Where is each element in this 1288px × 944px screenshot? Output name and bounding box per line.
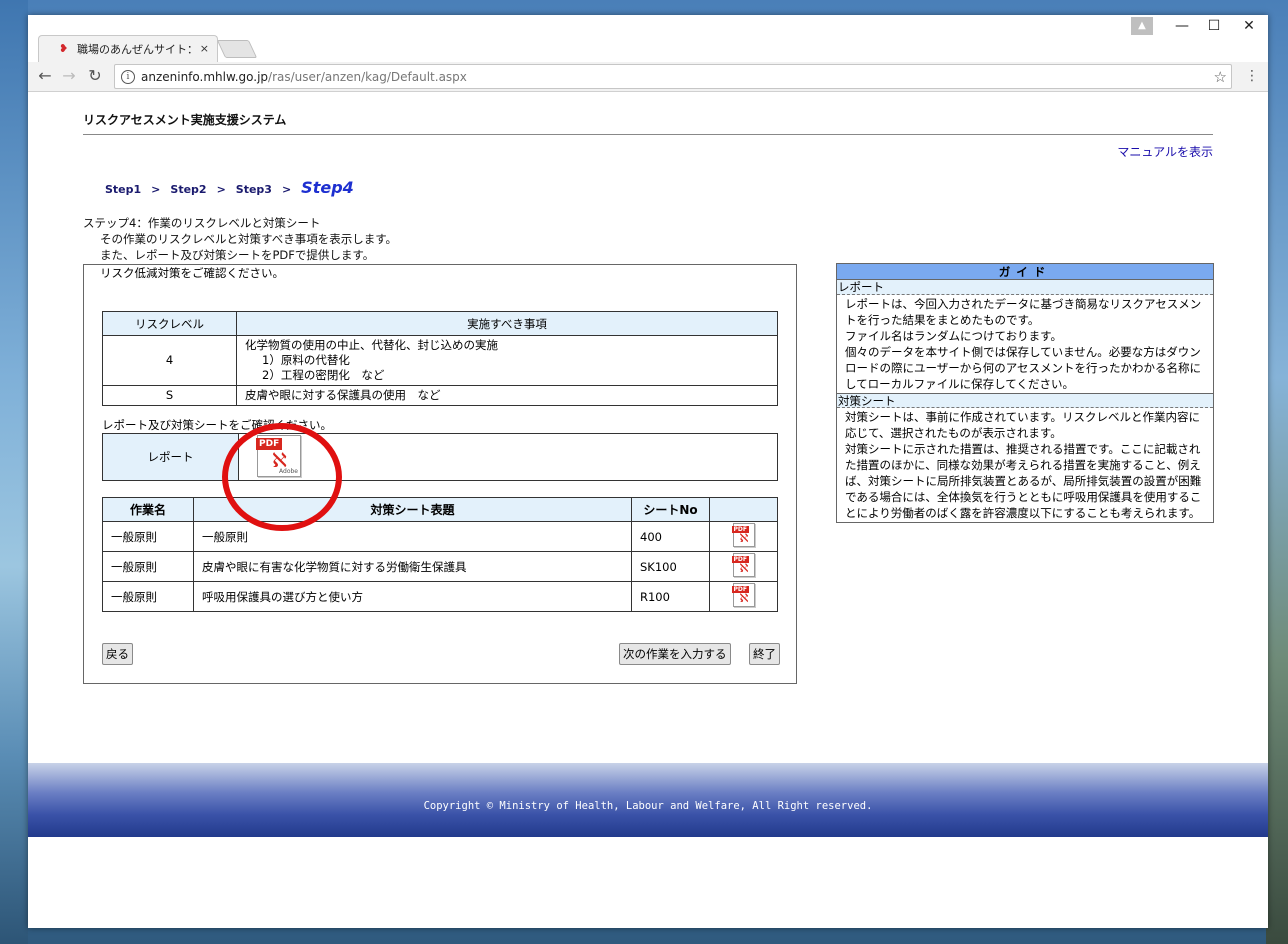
action-line: 1）原料の代替化 [262, 353, 350, 367]
column-header: 実施すべき事項 [236, 311, 778, 336]
guide-section-body: 対策シートは、事前に作成されています。リスクレベルと作業内容に応じて、選択された… [837, 408, 1213, 522]
sheet-number: SK100 [631, 551, 710, 582]
guide-section-heading: 対策シート [837, 393, 1213, 408]
step-separator: > [281, 183, 292, 196]
guide-line: ファイル名はランダムにつけております。 [845, 329, 1063, 343]
description-line: リスク低減対策をご確認ください。 [100, 266, 284, 280]
sheet-number: R100 [631, 581, 710, 612]
user-profile-icon[interactable]: ▲ [1131, 17, 1153, 35]
step-current: Step4 [301, 178, 354, 197]
guide-section-heading: レポート [837, 280, 1213, 295]
close-window-icon[interactable]: ✕ [1231, 18, 1267, 34]
guide-line: 対策シートに示された措置は、推奨される措置です。ここに記載された措置のほかに、同… [845, 442, 1202, 520]
sheet-title: 皮膚や眼に有害な化学物質に対する労働衛生保護具 [193, 551, 632, 582]
step-heading: ステップ4：作業のリスクレベルと対策シート [83, 216, 321, 230]
tab-title: 職場のあんぜんサイト：化学 [77, 43, 197, 56]
risk-level-value: 4 [102, 335, 237, 386]
browser-tab[interactable]: ❥ 職場のあんぜんサイト：化学 × [38, 35, 218, 62]
table-row: 一般原則 一般原則 400 PDF ℵ [102, 521, 778, 552]
action-cell: 化学物質の使用の中止、代替化、封じ込めの実施 1）原料の代替化 2）工程の密閉化… [236, 335, 778, 386]
risk-level-table: リスクレベル 実施すべき事項 4 化学物質の使用の中止、代替化、封じ込めの実施 … [102, 311, 778, 406]
table-row: 一般原則 呼吸用保護具の選び方と使い方 R100 PDF ℵ [102, 581, 778, 612]
step-description: ステップ4：作業のリスクレベルと対策シート その作業のリスクレベルと対策すべき事… [83, 215, 397, 263]
action-line: 化学物質の使用の中止、代替化、封じ込めの実施 [245, 338, 498, 352]
step-item: Step2 [170, 183, 207, 196]
new-tab-button[interactable] [216, 40, 258, 58]
report-label: レポート [102, 433, 239, 481]
title-bar: ❥ 職場のあんぜんサイト：化学 × ▲ — ☐ ✕ [28, 15, 1268, 62]
table-row: 一般原則 皮膚や眼に有害な化学物質に対する労働衛生保護具 SK100 PDF ℵ [102, 551, 778, 582]
address-bar[interactable]: i anzeninfo.mhlw.go.jp/ras/user/anzen/ka… [114, 64, 1232, 89]
next-task-button[interactable]: 次の作業を入力する [619, 643, 731, 665]
reload-icon[interactable]: ↻ [84, 66, 106, 85]
risk-level-value: S [102, 385, 237, 406]
sheet-pdf-cell: PDF ℵ [709, 551, 778, 582]
column-header: 作業名 [102, 497, 194, 522]
column-header: シートNo [631, 497, 710, 522]
sheet-number: 400 [631, 521, 710, 552]
forward-arrow-icon[interactable]: → [58, 66, 80, 85]
copyright-text: Copyright © Ministry of Health, Labour a… [423, 800, 873, 812]
task-name: 一般原則 [102, 581, 194, 612]
step-separator: > [216, 183, 226, 196]
guide-line: 対策シートは、事前に作成されています。リスクレベルと作業内容に応じて、選択された… [845, 410, 1201, 440]
report-pdf-cell: PDF ℵ Adobe [238, 433, 778, 481]
task-name: 一般原則 [102, 521, 194, 552]
guide-section-body: レポートは、今回入力されたデータに基づき簡易なリスクアセスメントを行った結果をま… [837, 295, 1213, 393]
task-name: 一般原則 [102, 551, 194, 582]
step-breadcrumb: Step1 > Step2 > Step3 > Step4 [105, 178, 354, 197]
countermeasure-sheet-table: 作業名 対策シート表題 シートNo 一般原則 一般原則 400 PDF ℵ 一般… [102, 497, 778, 612]
sheet-title: 呼吸用保護具の選び方と使い方 [193, 581, 632, 612]
description-line: また、レポート及び対策シートをPDFで提供します。 [100, 248, 375, 262]
table-row: S 皮膚や眼に対する保護具の使用 など [102, 385, 778, 406]
back-button[interactable]: 戻る [102, 643, 133, 665]
desktop-wallpaper-left [0, 0, 28, 944]
system-title: リスクアセスメント実施支援システム [83, 113, 287, 127]
action-cell: 皮膚や眼に対する保護具の使用 など [236, 385, 778, 406]
column-header: リスクレベル [102, 311, 237, 336]
url-host: anzeninfo.mhlw.go.jp [141, 69, 269, 84]
sheet-pdf-icon[interactable]: PDF ℵ [731, 553, 755, 577]
tab-close-icon[interactable]: × [200, 42, 209, 55]
step-item: Step1 [105, 183, 142, 196]
step-separator: > [151, 183, 161, 196]
guide-line: 個々のデータを本サイト側では保存していません。必要な方はダウンロードの際にユーザ… [845, 345, 1202, 391]
report-pdf-icon[interactable]: PDF ℵ Adobe [256, 434, 301, 477]
column-header: 対策シート表題 [193, 497, 632, 522]
finish-button[interactable]: 終了 [749, 643, 780, 665]
column-header [709, 497, 778, 522]
sheet-pdf-cell: PDF ℵ [709, 521, 778, 552]
back-arrow-icon[interactable]: ← [34, 66, 56, 85]
page-content: リスクアセスメント実施支援システム マニュアルを表示 Step1 > Step2… [28, 93, 1268, 928]
result-panel: リスク低減対策をご確認ください。 リスクレベル 実施すべき事項 4 化学物質の使… [83, 264, 797, 684]
desktop-wallpaper-right [1266, 0, 1288, 944]
guide-line: レポートは、今回入力されたデータに基づき簡易なリスクアセスメントを行った結果をま… [845, 297, 1202, 327]
sheet-title: 一般原則 [193, 521, 632, 552]
maximize-icon[interactable]: ☐ [1196, 18, 1232, 34]
report-caption: レポート及び対策シートをご確認ください。 [102, 418, 332, 432]
guide-title: ガイド [837, 264, 1213, 280]
sheet-pdf-cell: PDF ℵ [709, 581, 778, 612]
bookmark-star-icon[interactable]: ☆ [1214, 68, 1227, 86]
action-line: 2）工程の密閉化 など [262, 368, 385, 382]
title-divider [83, 134, 1213, 135]
site-favicon-icon: ❥ [59, 42, 69, 55]
minimize-icon[interactable]: — [1164, 18, 1200, 34]
page-footer: Copyright © Ministry of Health, Labour a… [28, 763, 1268, 837]
site-info-icon[interactable]: i [121, 69, 135, 84]
url-path: /ras/user/anzen/kag/Default.aspx [268, 69, 467, 84]
browser-window: ❥ 職場のあんぜんサイト：化学 × ▲ — ☐ ✕ ← → ↻ i anzeni… [28, 15, 1268, 928]
guide-panel: ガイド レポート レポートは、今回入力されたデータに基づき簡易なリスクアセスメン… [836, 263, 1214, 523]
description-line: その作業のリスクレベルと対策すべき事項を表示します。 [100, 232, 398, 246]
sheet-pdf-icon[interactable]: PDF ℵ [731, 523, 755, 547]
report-table: レポート PDF ℵ Adobe [102, 433, 778, 481]
browser-menu-icon[interactable]: ⋮ [1245, 68, 1259, 84]
table-row: 4 化学物質の使用の中止、代替化、封じ込めの実施 1）原料の代替化 2）工程の密… [102, 335, 778, 386]
manual-link[interactable]: マニュアルを表示 [1117, 143, 1213, 160]
browser-toolbar: ← → ↻ i anzeninfo.mhlw.go.jp/ras/user/an… [28, 62, 1268, 92]
step-item: Step3 [235, 183, 272, 196]
sheet-pdf-icon[interactable]: PDF ℵ [731, 583, 755, 607]
